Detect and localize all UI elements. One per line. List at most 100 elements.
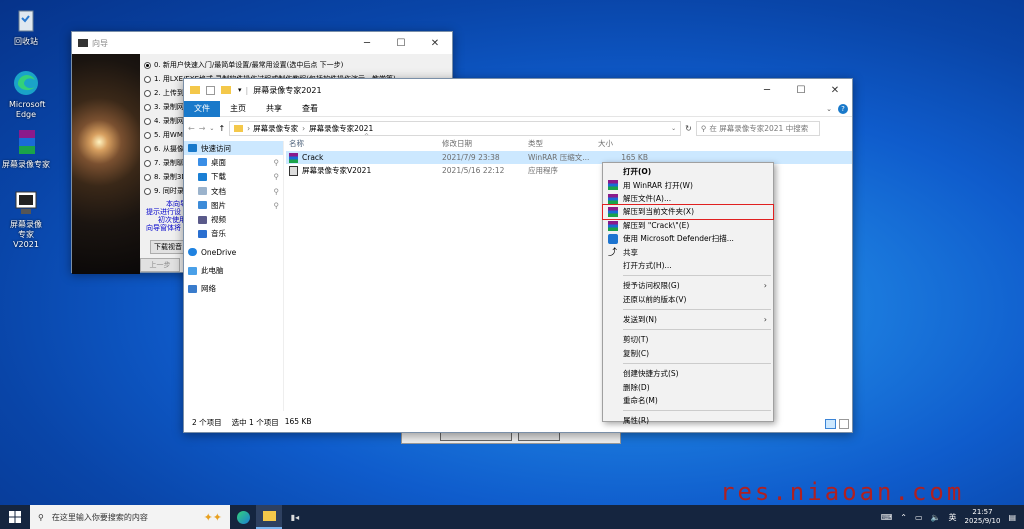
- minimize-button[interactable]: ─: [350, 32, 384, 54]
- status-selected: 选中 1 个项目: [231, 418, 279, 427]
- properties-icon: [206, 85, 215, 95]
- menu-item-copy[interactable]: 复制(C): [603, 347, 773, 360]
- nav-item-pictures[interactable]: 图片 ⚲: [184, 198, 283, 212]
- nav-item-network[interactable]: 网络: [184, 282, 283, 296]
- desktop-icon-label: Microsoft Edge: [9, 100, 46, 119]
- menu-item-restore-versions[interactable]: 还原以前的版本(V): [603, 293, 773, 306]
- download-button[interactable]: 下载视音: [150, 240, 186, 254]
- tab-home[interactable]: 主页: [220, 101, 256, 117]
- menu-item-open-with-winrar[interactable]: 用 WinRAR 打开(W): [603, 178, 773, 191]
- keyboard-icon[interactable]: ⌨: [881, 513, 893, 522]
- chevron-down-icon[interactable]: ⌄: [671, 125, 676, 132]
- background-dialog-button[interactable]: [518, 432, 560, 441]
- network-icon[interactable]: ▭: [915, 513, 923, 522]
- desktop-icon-recycle-bin[interactable]: 回收站: [0, 5, 52, 47]
- chevron-up-icon[interactable]: ⌃: [900, 513, 907, 522]
- taskbar-search[interactable]: ⚲ 在这里输入你要搜索的内容 ✦✦: [30, 505, 230, 529]
- menu-item-cut[interactable]: 剪切(T): [603, 333, 773, 346]
- chevron-down-icon[interactable]: ⌄: [826, 105, 832, 113]
- wizard-option[interactable]: 0. 新用户快速入门/最简单设置/最常用设置(选中后点 下一步): [144, 58, 396, 72]
- wizard-title: 向导: [92, 38, 108, 48]
- file-explorer-taskbar-icon[interactable]: [256, 505, 282, 529]
- chevron-right-icon: ›: [763, 315, 767, 325]
- breadcrumb[interactable]: 屏幕录像专家: [253, 123, 298, 134]
- menu-item-extract-to-folder[interactable]: 解压到 "Crack\"(E): [603, 219, 773, 232]
- help-icon[interactable]: ?: [838, 103, 848, 114]
- nav-item-downloads[interactable]: 下载 ⚲: [184, 170, 283, 184]
- nav-item-music[interactable]: 音乐: [184, 227, 283, 241]
- menu-item-send-to[interactable]: 发送到(N) ›: [603, 313, 773, 326]
- column-header-size[interactable]: 大小: [598, 138, 648, 149]
- nav-item-documents[interactable]: 文档 ⚲: [184, 184, 283, 198]
- menu-item-defender-scan[interactable]: 使用 Microsoft Defender扫描...: [603, 232, 773, 245]
- maximize-button[interactable]: ☐: [784, 79, 818, 101]
- forward-icon[interactable]: →: [199, 124, 206, 133]
- refresh-icon[interactable]: ↻: [685, 124, 692, 133]
- menu-separator: [623, 363, 771, 365]
- desktop-icon-archive[interactable]: 屏幕录像专家: [0, 128, 52, 170]
- recent-icon[interactable]: ⌄: [209, 125, 214, 132]
- menu-item-open-with[interactable]: 打开方式(H)...: [603, 259, 773, 272]
- menu-item-properties[interactable]: 属性(R): [603, 414, 773, 427]
- menu-item-extract-files[interactable]: 解压文件(A)...: [603, 192, 773, 205]
- search-input[interactable]: ⚲ 在 屏幕录像专家2021 中搜索: [695, 120, 820, 136]
- chevron-right-icon: ›: [763, 281, 767, 291]
- star-icon: [188, 144, 197, 153]
- notification-icon[interactable]: ▤: [1008, 513, 1016, 522]
- system-tray: ⌨ ⌃ ▭ 🔈 英 21:57 2025/9/10 ▤: [881, 508, 1024, 526]
- chevron-down-icon[interactable]: ▾: [238, 86, 242, 94]
- nav-item-videos[interactable]: 视频: [184, 212, 283, 226]
- menu-item-give-access[interactable]: 授予访问权限(G) ›: [603, 279, 773, 292]
- maximize-button[interactable]: ☐: [384, 32, 418, 54]
- pin-icon: ⚲: [273, 186, 280, 196]
- start-button[interactable]: [0, 505, 30, 529]
- desktop-icon-label: 回收站: [14, 37, 38, 46]
- wizard-titlebar: 向导 ─ ☐ ✕: [72, 32, 452, 54]
- app-icon: [11, 188, 41, 218]
- clock[interactable]: 21:57 2025/9/10: [965, 508, 1001, 526]
- address-bar[interactable]: › 屏幕录像专家 › 屏幕录像专家2021 ⌄: [229, 120, 682, 136]
- menu-item-delete[interactable]: 删除(D): [603, 380, 773, 393]
- close-button[interactable]: ✕: [818, 79, 852, 101]
- screen-recorder-taskbar-icon[interactable]: ▮◂: [282, 505, 308, 529]
- tab-view[interactable]: 查看: [292, 101, 328, 117]
- menu-item-share[interactable]: ⤴ 共享: [603, 245, 773, 259]
- menu-item-extract-here[interactable]: 解压到当前文件夹(X): [602, 204, 774, 220]
- nav-item-quick-access[interactable]: 快速访问: [184, 141, 283, 156]
- status-size: 165 KB: [284, 417, 312, 426]
- desktop-icon-edge[interactable]: Microsoft Edge: [0, 68, 52, 120]
- tab-file[interactable]: 文件: [184, 100, 220, 117]
- column-header-type[interactable]: 类型: [528, 138, 598, 149]
- column-header-date[interactable]: 修改日期: [442, 138, 528, 149]
- nav-item-onedrive[interactable]: OneDrive: [184, 245, 283, 259]
- large-icons-view-icon[interactable]: [839, 419, 849, 429]
- desktop-icon-label: 屏幕录像专家V2021: [10, 220, 42, 249]
- prev-button[interactable]: 上一步: [140, 258, 180, 272]
- details-view-icon[interactable]: [825, 419, 836, 429]
- tab-share[interactable]: 共享: [256, 101, 292, 117]
- column-headers: 名称 修改日期 类型 大小: [286, 135, 852, 151]
- menu-separator: [623, 329, 771, 331]
- explorer-titlebar: ▾ | 屏幕录像专家2021 ─ ☐ ✕: [184, 79, 852, 101]
- up-icon[interactable]: ↑: [218, 124, 225, 133]
- menu-separator: [623, 275, 771, 277]
- menu-item-rename[interactable]: 重命名(M): [603, 394, 773, 407]
- menu-separator: [623, 410, 771, 412]
- nav-item-this-pc[interactable]: 此电脑: [184, 263, 283, 277]
- breadcrumb[interactable]: 屏幕录像专家2021: [309, 123, 373, 134]
- menu-item-open[interactable]: 打开(O): [603, 165, 773, 178]
- desktop-icon: [198, 158, 207, 167]
- desktop-icon-app[interactable]: 屏幕录像专家V2021: [0, 188, 52, 250]
- edge-taskbar-icon[interactable]: [230, 505, 256, 529]
- back-icon[interactable]: ←: [188, 124, 195, 133]
- nav-item-desktop[interactable]: 桌面 ⚲: [184, 155, 283, 169]
- menu-item-create-shortcut[interactable]: 创建快捷方式(S): [603, 367, 773, 380]
- input-language[interactable]: 英: [949, 512, 957, 523]
- folder-icon: [234, 124, 244, 132]
- picture-icon: [198, 201, 207, 210]
- close-button[interactable]: ✕: [418, 32, 452, 54]
- minimize-button[interactable]: ─: [750, 79, 784, 101]
- volume-icon[interactable]: 🔈: [931, 513, 941, 522]
- edge-icon: [11, 68, 41, 98]
- background-dialog-button[interactable]: [440, 432, 512, 441]
